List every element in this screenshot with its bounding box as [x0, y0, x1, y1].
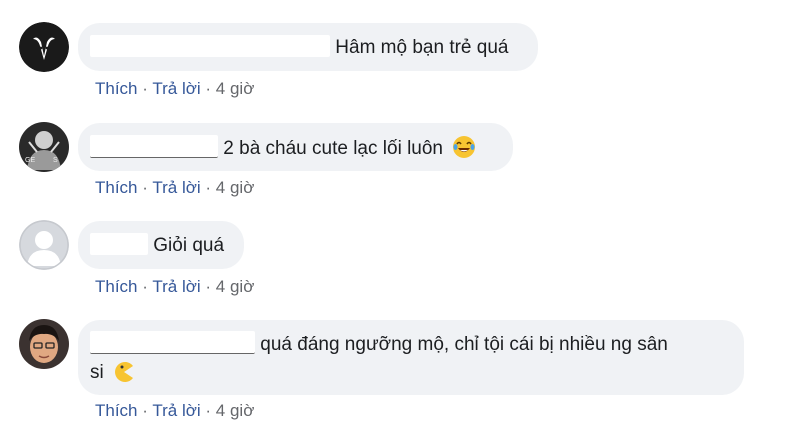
reply-link[interactable]: Trả lời	[152, 401, 200, 420]
timestamp[interactable]: 4 giờ	[216, 277, 255, 296]
svg-text:GE: GE	[25, 157, 35, 164]
comment-text: Hâm mộ bạn trẻ quá	[335, 37, 509, 58]
separator: ·	[142, 401, 148, 420]
redacted-author-name[interactable]	[90, 233, 148, 255]
comment-text: quá đáng ngưỡng mộ, chỉ tội cái bị nhiều…	[260, 334, 668, 355]
avatar[interactable]	[19, 22, 69, 72]
like-link[interactable]: Thích	[95, 178, 138, 197]
separator: ·	[205, 79, 212, 98]
reply-link[interactable]: Trả lời	[152, 277, 200, 296]
comment-bubble: 2 bà cháu cute lạc lối luôn	[78, 123, 513, 171]
comment-bubble: Giỏi quá	[78, 221, 244, 269]
pacman-emoji	[113, 361, 135, 383]
profile-photo-icon: GE S	[19, 122, 69, 172]
svg-text:S: S	[53, 157, 58, 164]
comment-actions: Thích · Trả lời · 4 giờ	[95, 277, 254, 297]
comment-actions: Thích · Trả lời · 4 giờ	[95, 79, 254, 99]
redacted-author-name[interactable]	[90, 35, 330, 57]
goat-logo-icon	[19, 22, 69, 72]
comment-actions: Thích · Trả lời · 4 giờ	[95, 401, 254, 421]
reply-link[interactable]: Trả lời	[152, 79, 200, 98]
separator: ·	[205, 178, 212, 197]
redacted-author-name[interactable]	[90, 135, 218, 158]
like-link[interactable]: Thích	[95, 401, 138, 420]
redacted-author-name[interactable]	[90, 331, 255, 354]
comment-text: si	[90, 362, 104, 383]
comment-bubble: quá đáng ngưỡng mộ, chỉ tội cái bị nhiều…	[78, 320, 744, 395]
like-link[interactable]: Thích	[95, 277, 138, 296]
avatar[interactable]	[19, 319, 69, 369]
default-avatar-icon	[19, 220, 69, 270]
timestamp[interactable]: 4 giờ	[216, 79, 255, 98]
avatar[interactable]	[19, 220, 69, 270]
reply-link[interactable]: Trả lời	[152, 178, 200, 197]
separator: ·	[142, 79, 148, 98]
separator: ·	[142, 277, 148, 296]
laughing-tears-emoji	[452, 135, 476, 159]
avatar[interactable]: GE S	[19, 122, 69, 172]
separator: ·	[142, 178, 148, 197]
separator: ·	[205, 401, 212, 420]
timestamp[interactable]: 4 giờ	[216, 401, 255, 420]
comment-bubble: Hâm mộ bạn trẻ quá	[78, 23, 538, 71]
comment-text: 2 bà cháu cute lạc lối luôn	[223, 138, 443, 159]
separator: ·	[205, 277, 212, 296]
profile-photo-icon	[19, 319, 69, 369]
like-link[interactable]: Thích	[95, 79, 138, 98]
comment-text: Giỏi quá	[153, 235, 225, 256]
comment-text-line-1: quá đáng ngưỡng mộ, chỉ tội cái bị nhiều…	[90, 331, 732, 357]
timestamp[interactable]: 4 giờ	[216, 178, 255, 197]
comment-text-line-2: si	[90, 361, 732, 385]
comment-actions: Thích · Trả lời · 4 giờ	[95, 178, 254, 198]
